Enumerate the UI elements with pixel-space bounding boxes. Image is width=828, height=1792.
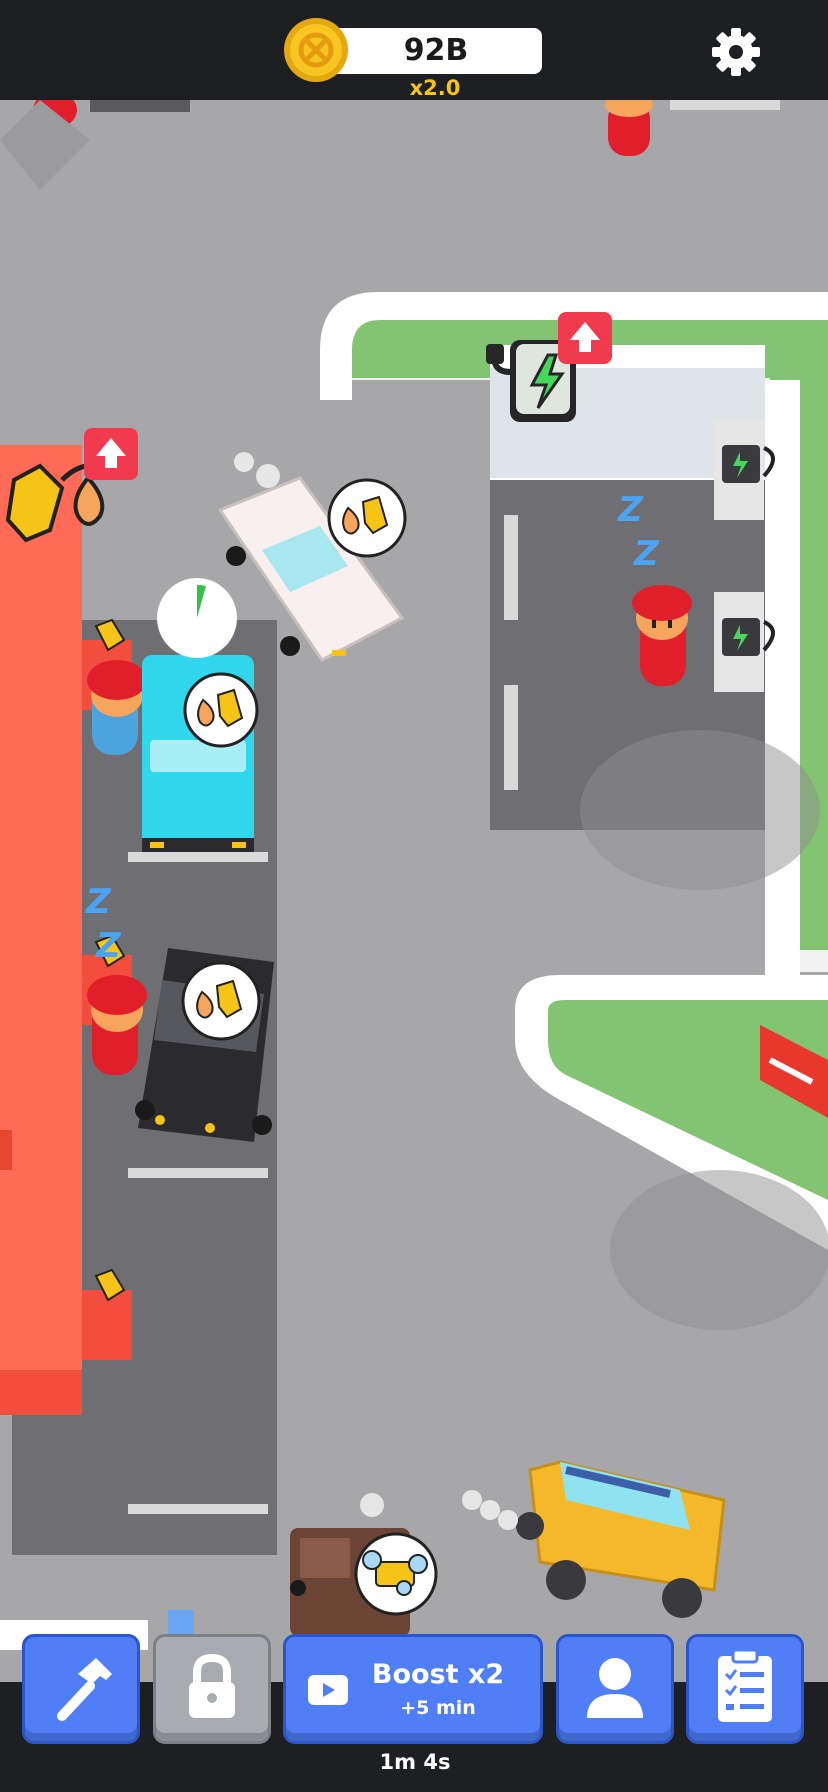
build-button[interactable] bbox=[22, 1634, 140, 1744]
sleep-z-3: Z bbox=[86, 882, 111, 922]
coin-icon bbox=[284, 18, 348, 82]
person-icon bbox=[587, 1658, 643, 1718]
coin-balance: 92B bbox=[403, 33, 469, 68]
sleep-z-2: Z bbox=[634, 534, 659, 574]
sleep-z-4: Z bbox=[96, 926, 121, 966]
upgrade-fuel-icon[interactable] bbox=[84, 428, 138, 480]
hammer-icon bbox=[57, 1658, 112, 1721]
locked-button[interactable] bbox=[153, 1634, 271, 1744]
fuel-request-bubble-pickup bbox=[181, 961, 261, 1041]
fuel-request-bubble-van bbox=[183, 672, 259, 748]
service-timer-icon bbox=[157, 578, 237, 658]
boost-timer: 1m 4s bbox=[379, 1750, 451, 1774]
gear-icon[interactable] bbox=[710, 26, 762, 78]
attendant-top bbox=[605, 93, 653, 156]
boost-label: Boost x2 bbox=[371, 1659, 505, 1690]
income-multiplier: x2.0 bbox=[409, 76, 461, 100]
attendant-ev-sleeping bbox=[632, 585, 692, 686]
staff-button[interactable] bbox=[556, 1634, 674, 1744]
wash-request-bubble bbox=[354, 1532, 438, 1616]
boost-button[interactable]: Boost x2 +5 min bbox=[283, 1634, 543, 1744]
checklist-icon bbox=[718, 1648, 772, 1722]
video-play-icon bbox=[308, 1675, 348, 1705]
sleep-z-1: Z bbox=[618, 490, 643, 530]
upgrade-ev-icon[interactable] bbox=[558, 312, 612, 364]
tasks-button[interactable] bbox=[686, 1634, 804, 1744]
fuel-request-bubble-white-car bbox=[327, 478, 407, 558]
padlock-icon bbox=[189, 1653, 235, 1718]
boost-duration: +5 min bbox=[400, 1697, 476, 1719]
game-scene bbox=[0, 0, 828, 1792]
